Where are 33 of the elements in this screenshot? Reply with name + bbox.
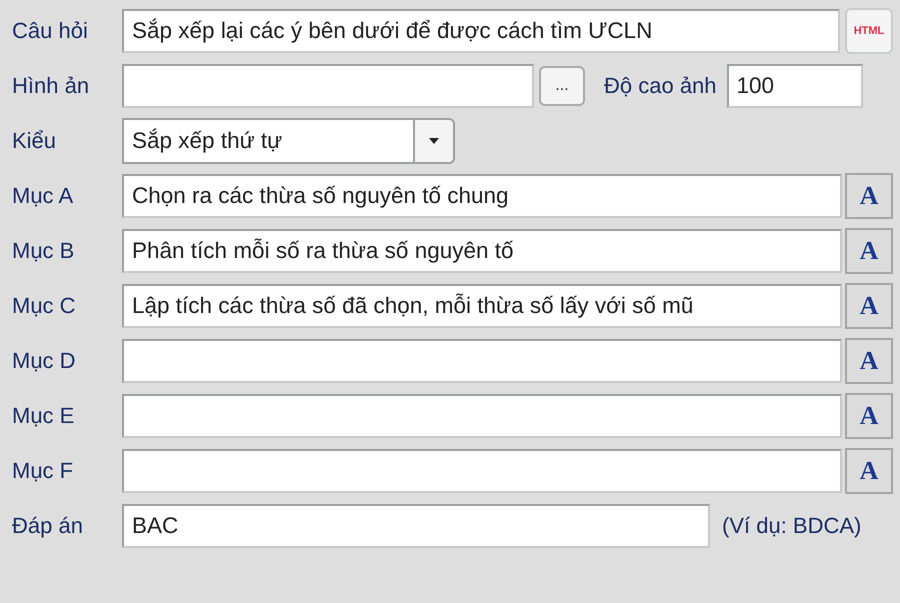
font-button[interactable]: A xyxy=(845,228,893,274)
field-label: Mục C xyxy=(12,293,77,319)
field-label: Độ cao ảnh xyxy=(604,73,717,99)
text-field[interactable] xyxy=(122,339,842,383)
answer-field[interactable]: BAC xyxy=(122,504,710,548)
text-field[interactable] xyxy=(122,394,842,438)
text-field[interactable]: Chọn ra các thừa số nguyên tố chung xyxy=(122,174,842,218)
field-label: Mục F xyxy=(12,458,74,484)
font-button[interactable]: A xyxy=(845,283,893,329)
font-button[interactable]: A xyxy=(845,338,893,384)
font-button[interactable]: A xyxy=(845,448,893,494)
example-hint: (Ví dụ: BDCA) xyxy=(722,513,862,539)
type-dropdown[interactable]: Sắp xếp thứ tự xyxy=(122,118,455,164)
text-field[interactable] xyxy=(122,449,842,493)
html-button[interactable]: HTML xyxy=(845,8,893,54)
text-field[interactable]: Sắp xếp lại các ý bên dưới để được cách tìm ƯCLN xyxy=(122,9,840,53)
dropdown-value: Sắp xếp thứ tự xyxy=(131,127,284,155)
text-field[interactable]: Lập tích các thừa số đã chọn, mỗi thừa số lấy với số mũ xyxy=(122,284,842,328)
font-button[interactable]: A xyxy=(845,393,893,439)
field-label: Mục E xyxy=(12,403,76,429)
field-label: Câu hỏi xyxy=(12,18,89,44)
image-path-field[interactable] xyxy=(122,64,534,108)
field-label: Mục D xyxy=(12,348,77,374)
field-label: Đáp án xyxy=(12,513,84,539)
field-label: Mục B xyxy=(12,238,76,264)
browse-button[interactable]: ... xyxy=(539,66,585,106)
field-label: Mục A xyxy=(12,183,74,209)
caret-icon xyxy=(429,138,439,144)
field-label: Hình ản xyxy=(12,73,90,99)
font-button[interactable]: A xyxy=(845,173,893,219)
text-field[interactable]: Phân tích mỗi số ra thừa số nguyên tố xyxy=(122,229,842,273)
field-label: Kiểu xyxy=(12,128,58,154)
image-height-field[interactable]: 100 xyxy=(726,64,863,108)
